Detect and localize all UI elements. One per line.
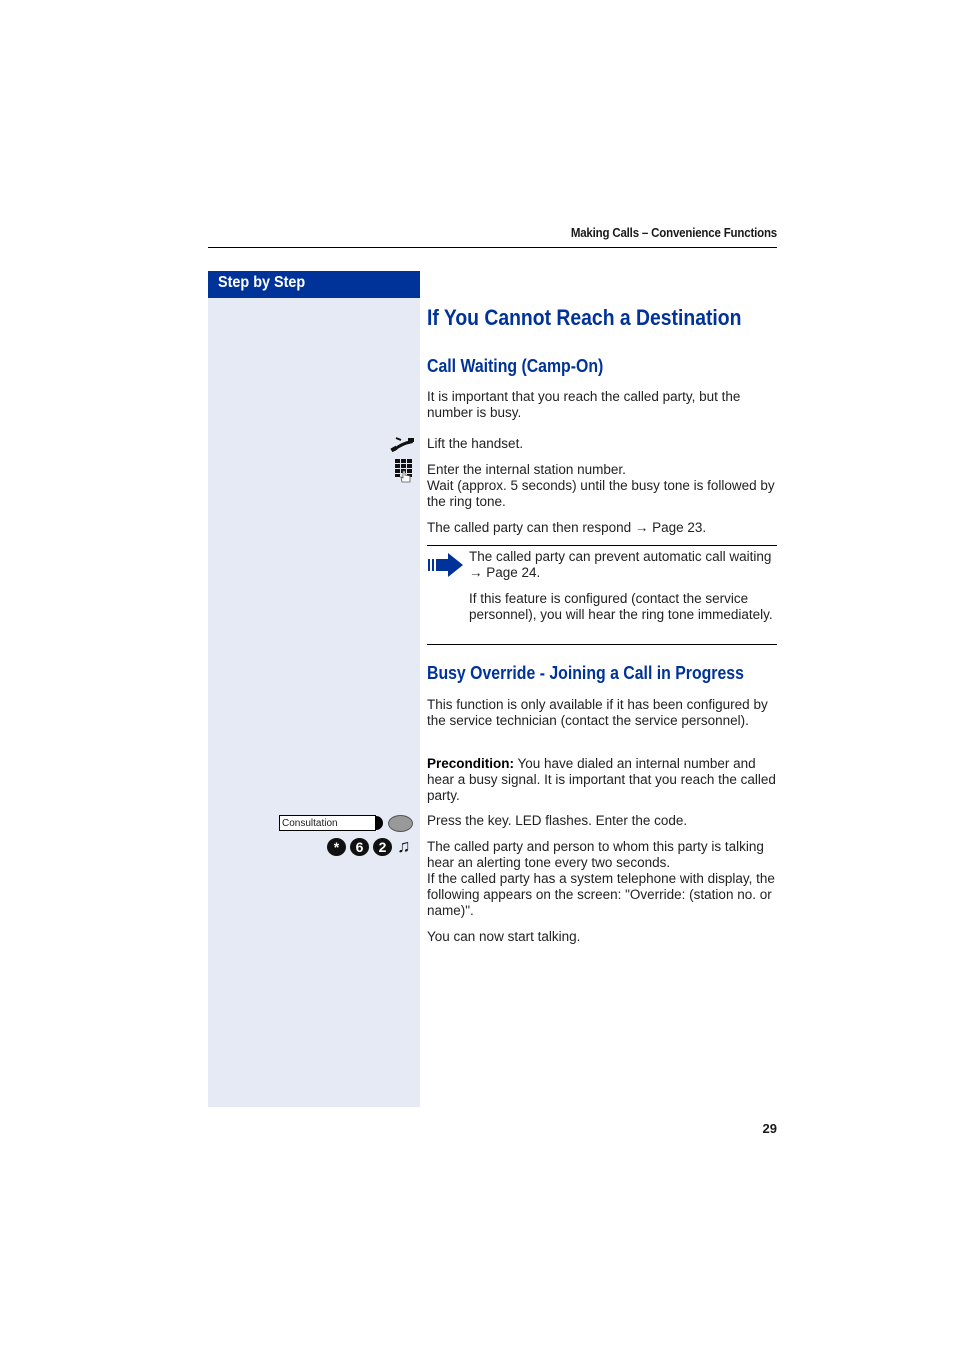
led-indicator	[388, 815, 413, 832]
page-title: If You Cannot Reach a Destination	[427, 305, 742, 330]
section-heading-call-waiting: Call Waiting (Camp-On)	[427, 356, 604, 376]
precondition: Precondition: You have dialed an interna…	[427, 756, 779, 804]
precondition-label: Precondition:	[427, 756, 514, 771]
keypad-icon	[395, 459, 412, 483]
code-key-2: 2	[373, 838, 392, 856]
running-header: Making Calls – Convenience Functions	[570, 226, 777, 240]
code-key-6: 6	[350, 838, 369, 856]
section-heading-busy-override: Busy Override - Joining a Call in Progre…	[427, 663, 744, 683]
call-waiting-intro: It is important that you reach the calle…	[427, 389, 741, 420]
sidebar-title: Step by Step	[218, 274, 306, 291]
step-sidebar	[208, 271, 420, 1107]
step-alert-tone-line1: The called party and person to whom this…	[427, 839, 764, 870]
note-rule-bottom	[427, 644, 777, 645]
step-enter-number: Enter the internal station number. Wait …	[427, 462, 779, 510]
note-text-1: The called party can prevent automatic c…	[469, 549, 772, 580]
respond-reference: The called party can then respond → Page…	[427, 520, 707, 535]
step-alert-tone: The called party and person to whom this…	[427, 839, 779, 919]
handset-lift-icon	[390, 437, 414, 452]
step-enter-number-line1: Enter the internal station number.	[427, 462, 626, 477]
consultation-key[interactable]: Consultation	[279, 815, 383, 831]
tone-icon: ♫	[397, 836, 411, 856]
note-rule-top	[427, 545, 777, 546]
busy-override-intro: This function is only available if it ha…	[427, 697, 768, 728]
closing-text: You can now start talking.	[427, 929, 581, 944]
note-arrow-icon	[428, 553, 463, 577]
page-number: 29	[762, 1121, 777, 1136]
code-key-star: *	[327, 838, 346, 856]
note-text-2: If this feature is configured (contact t…	[469, 591, 773, 622]
step-alert-tone-line2: If the called party has a system telepho…	[427, 871, 775, 918]
step-lift-handset: Lift the handset.	[427, 436, 524, 451]
sidebar-header: Step by Step	[208, 271, 420, 298]
step-enter-number-line2: Wait (approx. 5 seconds) until the busy …	[427, 478, 775, 509]
step-press-key: Press the key. LED flashes. Enter the co…	[427, 813, 688, 828]
header-rule	[208, 247, 777, 248]
